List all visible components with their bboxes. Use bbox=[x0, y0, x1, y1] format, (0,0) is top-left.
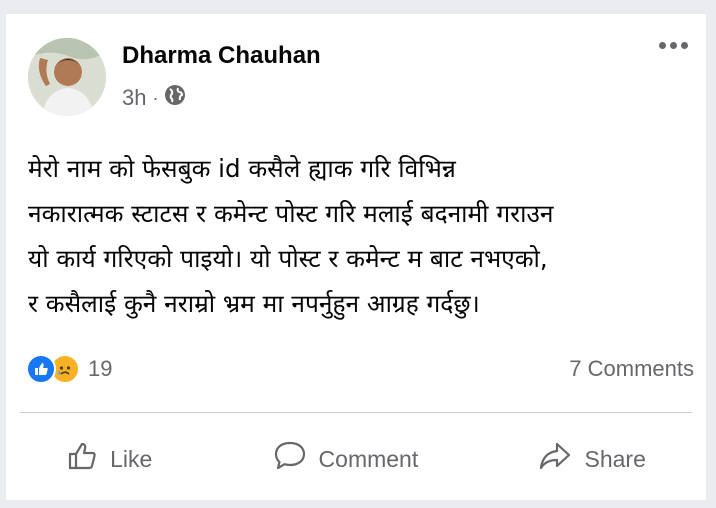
reaction-count: 19 bbox=[88, 356, 113, 381]
comment-label: Comment bbox=[318, 445, 419, 472]
meta-separator: · bbox=[152, 87, 159, 108]
like-label: Like bbox=[110, 445, 153, 472]
post-timestamp[interactable]: 3h bbox=[122, 85, 146, 111]
post-text-line: यो कार्य गरिएको पाइयो। यो पोस्ट र कमेन्ट… bbox=[28, 244, 548, 273]
like-button[interactable]: Like bbox=[66, 440, 152, 478]
comments-count-link[interactable]: 7 Comments bbox=[569, 356, 694, 382]
post-text-line: मेरो नाम को फेसबुक id कसैले ह्याक गरि वि… bbox=[28, 154, 456, 183]
post-meta: 3h · bbox=[122, 84, 186, 112]
globe-icon[interactable] bbox=[164, 84, 186, 112]
author-name[interactable]: Dharma Chauhan bbox=[122, 42, 321, 70]
post-actions-bar: Like Comment Share bbox=[6, 434, 706, 484]
more-dot bbox=[681, 42, 688, 49]
share-button[interactable]: Share bbox=[538, 440, 646, 478]
post-card: Dharma Chauhan 3h · मेरो नाम को फेसबुक i… bbox=[6, 14, 706, 500]
comment-button[interactable]: Comment bbox=[273, 440, 419, 478]
comment-bubble-icon bbox=[273, 440, 307, 478]
thumbs-up-icon bbox=[66, 440, 98, 478]
share-arrow-icon bbox=[538, 440, 572, 478]
post-text: मेरो नाम को फेसबुक id कसैले ह्याक गरि वि… bbox=[28, 146, 698, 326]
like-reaction-icon bbox=[26, 354, 56, 384]
post-text-line: र कसैलाई कुनै नराम्रो भ्रम मा नपर्नुहुन … bbox=[28, 289, 480, 318]
share-label: Share bbox=[584, 445, 646, 472]
more-dot bbox=[670, 42, 677, 49]
actions-divider bbox=[20, 412, 692, 413]
reactions-summary[interactable]: 19 bbox=[26, 354, 112, 384]
author-avatar[interactable] bbox=[28, 38, 106, 116]
more-dot bbox=[659, 42, 666, 49]
avatar-photo bbox=[28, 38, 106, 116]
post-text-line: नकारात्मक स्टाटस र कमेन्ट पोस्ट गरि मलाई… bbox=[28, 199, 554, 228]
more-options-button[interactable] bbox=[659, 42, 688, 49]
